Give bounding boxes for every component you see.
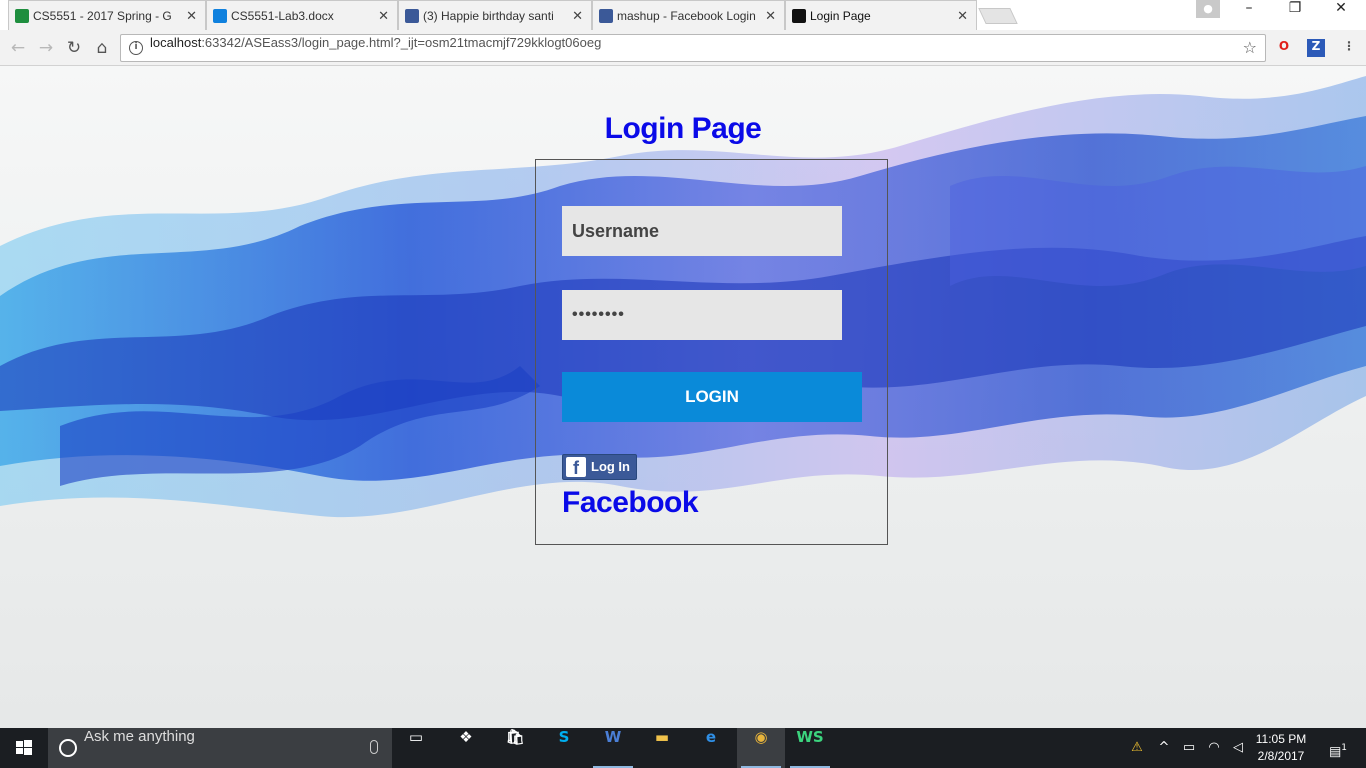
new-tab-button[interactable]	[978, 8, 1018, 24]
start-button[interactable]	[0, 728, 48, 768]
tab-title: CS5551 - 2017 Spring - G	[33, 9, 172, 23]
notification-count: 1	[1341, 743, 1348, 753]
tab-strip: CS5551 - 2017 Spring - G ✕ CS5551-Lab3.d…	[0, 0, 1366, 30]
tab-mashup-facebook[interactable]: mashup - Facebook Login ✕	[592, 0, 785, 30]
webstorm-taskbar-icon[interactable]: WS	[786, 728, 834, 768]
close-tab-icon[interactable]: ✕	[957, 1, 968, 30]
sheets-icon	[15, 9, 29, 23]
tab-login-page[interactable]: Login Page ✕	[785, 0, 977, 30]
edge-icon[interactable]: e	[687, 728, 735, 768]
facebook-icon	[599, 9, 613, 23]
url-text: localhost:63342/ASEass3/login_page.html?…	[150, 35, 602, 50]
browser-toolbar: ← → ↻ ⌂ i localhost:63342/ASEass3/login_…	[0, 30, 1366, 66]
facebook-heading: Facebook	[562, 486, 699, 519]
tab-cs5551-spreadsheet[interactable]: CS5551 - 2017 Spring - G ✕	[8, 0, 206, 30]
profile-icon[interactable]: ●	[1196, 0, 1220, 18]
z-extension-icon[interactable]: Z	[1307, 39, 1325, 57]
close-tab-icon[interactable]: ✕	[186, 1, 197, 30]
file-explorer-icon[interactable]: ▬	[638, 728, 686, 768]
page-viewport: Login Page Username •••••••• LOGIN f Log…	[0, 66, 1366, 728]
windows-taskbar: Ask me anything ▭ ❖ 🛍 S W ▬ e ◉ WS ⚠ ^ ▭…	[0, 728, 1366, 768]
dropbox-taskbar-icon[interactable]: ❖	[442, 728, 490, 768]
chrome-icon[interactable]: ◉	[737, 728, 785, 768]
windows-logo-icon	[16, 740, 32, 755]
webstorm-icon	[792, 9, 806, 23]
store-icon[interactable]: 🛍	[491, 728, 539, 768]
bookmark-star-icon[interactable]: ☆	[1243, 38, 1257, 57]
page-title: Login Page	[604, 112, 762, 145]
facebook-login-label: Log In	[591, 459, 630, 474]
system-clock[interactable]: 11:05 PM 2/8/2017	[1252, 731, 1310, 765]
tab-lab3-docx[interactable]: CS5551-Lab3.docx ✕	[206, 0, 398, 30]
wifi-icon[interactable]: ◠	[1203, 728, 1225, 768]
tab-facebook-birthday[interactable]: (3) Happie birthday santi ✕	[398, 0, 592, 30]
forward-arrow-icon[interactable]: →	[34, 36, 58, 60]
facebook-login-button[interactable]: f Log In	[562, 454, 637, 480]
opera-icon[interactable]: O	[1275, 39, 1293, 57]
login-button[interactable]: LOGIN	[562, 372, 862, 422]
back-arrow-icon[interactable]: ←	[6, 36, 30, 60]
clock-date: 2/8/2017	[1257, 749, 1305, 763]
close-tab-icon[interactable]: ✕	[572, 1, 583, 30]
password-input[interactable]: ••••••••	[562, 290, 842, 340]
facebook-f-icon: f	[566, 457, 586, 478]
home-icon[interactable]: ⌂	[90, 36, 114, 60]
info-icon[interactable]: i	[129, 41, 143, 55]
clock-time: 11:05 PM	[1255, 732, 1307, 746]
show-hidden-icons-icon[interactable]: ^	[1154, 728, 1174, 768]
word-icon[interactable]: W	[589, 728, 637, 768]
battery-icon[interactable]: ▭	[1178, 728, 1200, 768]
dropbox-icon	[213, 9, 227, 23]
menu-icon[interactable]: ⋮	[1340, 39, 1358, 57]
facebook-icon	[405, 9, 419, 23]
tab-title: mashup - Facebook Login	[617, 9, 756, 23]
restore-button[interactable]: ❐	[1272, 0, 1318, 28]
tab-title: (3) Happie birthday santi	[423, 9, 554, 23]
microphone-icon[interactable]	[370, 740, 378, 754]
username-input[interactable]: Username	[562, 206, 842, 256]
tab-title: Login Page	[810, 9, 871, 23]
minimize-button[interactable]: –	[1226, 0, 1272, 28]
login-form: Username •••••••• LOGIN f Log In Faceboo…	[535, 159, 888, 545]
close-tab-icon[interactable]: ✕	[378, 1, 389, 30]
volume-icon[interactable]: ◁	[1227, 728, 1249, 768]
close-tab-icon[interactable]: ✕	[765, 1, 776, 30]
reload-icon[interactable]: ↻	[62, 36, 86, 60]
tab-title: CS5551-Lab3.docx	[231, 9, 334, 23]
action-center-icon[interactable]: ▤1	[1318, 728, 1358, 768]
address-bar[interactable]: i localhost:63342/ASEass3/login_page.htm…	[120, 34, 1266, 62]
skype-icon[interactable]: S	[540, 728, 588, 768]
cortana-icon	[59, 739, 77, 757]
task-view-icon[interactable]: ▭	[392, 728, 440, 768]
cortana-search-box[interactable]: Ask me anything	[48, 728, 392, 768]
close-window-button[interactable]: ✕	[1318, 0, 1364, 28]
network-warning-icon[interactable]: ⚠	[1124, 728, 1150, 768]
search-placeholder: Ask me anything	[84, 728, 195, 745]
